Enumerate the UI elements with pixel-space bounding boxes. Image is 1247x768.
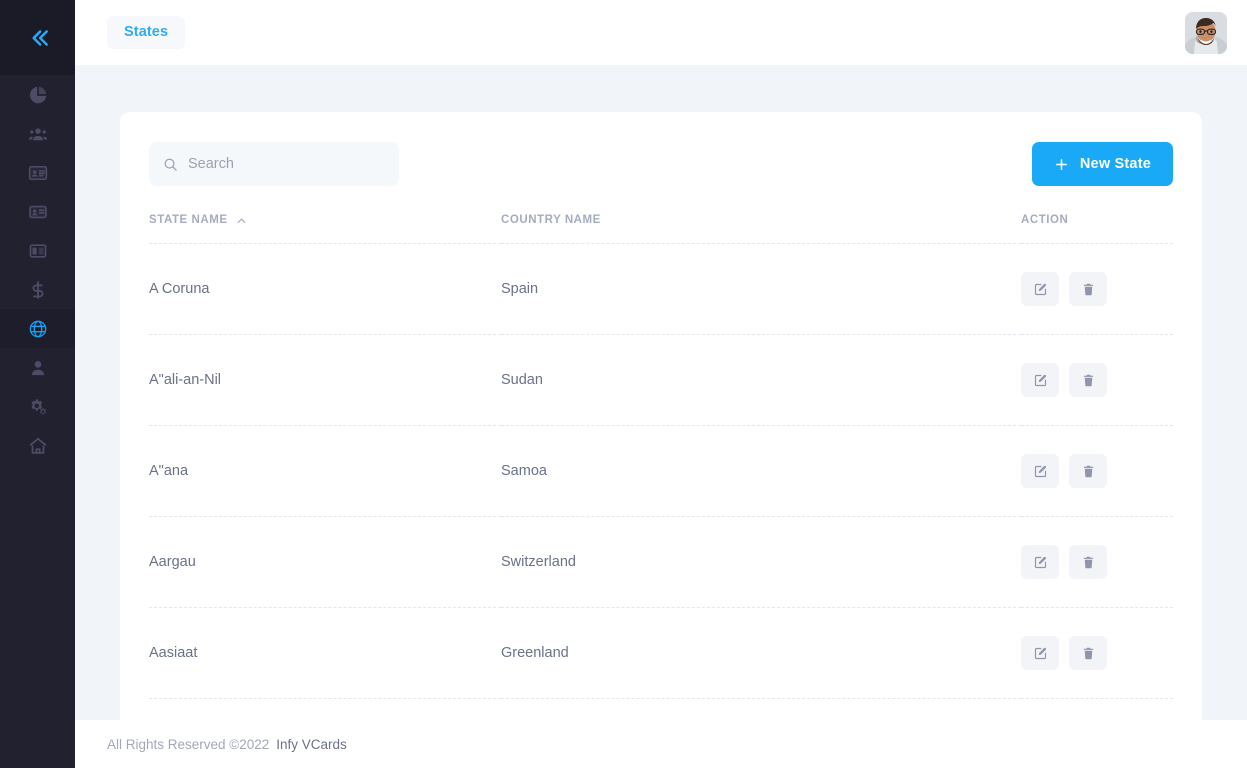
sidebar-item-profile[interactable] — [0, 348, 75, 387]
table-row: Aasiaat Greenland — [149, 607, 1173, 699]
columns-icon — [28, 241, 48, 261]
cell-country-name: Spain — [501, 243, 1021, 335]
table-row: Abaco Bahamas The — [149, 699, 1173, 721]
content-scroll: New State STATE NAME — [75, 65, 1247, 720]
user-avatar-photo — [1185, 11, 1227, 54]
new-state-button[interactable]: New State — [1031, 142, 1173, 186]
edit-pencil-icon — [1033, 646, 1048, 661]
sidebar-item-locations[interactable] — [0, 309, 75, 348]
edit-row-button[interactable] — [1021, 454, 1059, 488]
globe-icon — [28, 319, 48, 339]
sidebar-nav — [0, 75, 75, 465]
id-badge-icon — [28, 202, 48, 222]
avatar[interactable] — [1185, 11, 1227, 54]
search-box[interactable] — [149, 142, 399, 186]
delete-row-button[interactable] — [1069, 454, 1107, 488]
gears-icon — [28, 397, 48, 417]
card-toolbar: New State — [149, 142, 1173, 186]
footer-copyright: All Rights Reserved ©2022 — [107, 736, 270, 752]
delete-row-button[interactable] — [1069, 272, 1107, 306]
states-table: STATE NAME COUNTRY NAME ACTION A Coruna … — [149, 214, 1173, 720]
edit-row-button[interactable] — [1021, 363, 1059, 397]
column-country-name-label: COUNTRY NAME — [501, 214, 601, 226]
edit-pencil-icon — [1033, 555, 1048, 570]
column-state-name-label: STATE NAME — [149, 214, 228, 226]
sidebar-item-users[interactable] — [0, 114, 75, 153]
sidebar-item-templates[interactable] — [0, 231, 75, 270]
delete-row-button[interactable] — [1069, 636, 1107, 670]
cell-country-name: Bahamas The — [501, 699, 1021, 721]
sidebar-item-home[interactable] — [0, 426, 75, 465]
cell-actions — [1021, 699, 1173, 721]
column-state-name[interactable]: STATE NAME — [149, 214, 501, 244]
pie-chart-icon — [28, 85, 48, 105]
chevrons-left-icon — [25, 25, 51, 51]
trash-icon — [1081, 282, 1096, 297]
sidebar-item-settings[interactable] — [0, 387, 75, 426]
cell-actions — [1021, 334, 1173, 426]
sidebar-collapse-button[interactable] — [0, 0, 75, 75]
trash-icon — [1081, 464, 1096, 479]
column-action-label: ACTION — [1021, 214, 1069, 226]
table-row: A Coruna Spain — [149, 243, 1173, 335]
cell-country-name: Sudan — [501, 334, 1021, 426]
cell-actions — [1021, 516, 1173, 608]
trash-icon — [1081, 373, 1096, 388]
table-head: STATE NAME COUNTRY NAME ACTION — [149, 214, 1173, 244]
chevron-up-icon — [236, 215, 247, 226]
cell-country-name: Greenland — [501, 607, 1021, 699]
cell-actions — [1021, 425, 1173, 517]
edit-row-button[interactable] — [1021, 636, 1059, 670]
sidebar-item-subscriptions[interactable] — [0, 270, 75, 309]
footer-brand: Infy VCards — [276, 736, 347, 752]
table-body: A Coruna Spain A"ali-an-Nil Sudan A"ana … — [149, 243, 1173, 721]
delete-row-button[interactable] — [1069, 363, 1107, 397]
user-icon — [28, 358, 48, 378]
table-row: Aargau Switzerland — [149, 516, 1173, 608]
edit-pencil-icon — [1033, 373, 1048, 388]
table-row: A"ana Samoa — [149, 425, 1173, 517]
sidebar-item-cards[interactable] — [0, 192, 75, 231]
app-root: States Search New State STATE NAME COUNT… — [0, 0, 1247, 768]
main-area: States Search New State STATE NAME COUNT… — [75, 0, 1247, 768]
cell-state-name: A"ana — [149, 425, 501, 517]
cell-state-name: Aasiaat — [149, 607, 501, 699]
edit-pencil-icon — [1033, 464, 1048, 479]
table-header-row: STATE NAME COUNTRY NAME ACTION — [149, 214, 1173, 244]
id-card-icon — [28, 163, 48, 183]
states-card: New State STATE NAME — [120, 112, 1202, 720]
trash-icon — [1081, 555, 1096, 570]
horizontal-scrollbar-thumb[interactable] — [0, 760, 75, 767]
trash-icon — [1081, 646, 1096, 661]
cell-state-name: A"ali-an-Nil — [149, 334, 501, 426]
cell-state-name: A Coruna — [149, 243, 501, 335]
dollar-icon — [28, 280, 48, 300]
sidebar — [0, 0, 75, 768]
cell-actions — [1021, 607, 1173, 699]
table-row: A"ali-an-Nil Sudan — [149, 334, 1173, 426]
delete-row-button[interactable] — [1069, 545, 1107, 579]
edit-pencil-icon — [1033, 282, 1048, 297]
search-icon — [163, 157, 178, 172]
edit-row-button[interactable] — [1021, 545, 1059, 579]
edit-row-button[interactable] — [1021, 272, 1059, 306]
cell-country-name: Samoa — [501, 425, 1021, 517]
sidebar-item-dashboard[interactable] — [0, 75, 75, 114]
sidebar-item-vcards[interactable] — [0, 153, 75, 192]
horizontal-scrollbar[interactable] — [0, 758, 1247, 768]
home-icon — [28, 436, 48, 456]
cell-actions — [1021, 243, 1173, 335]
cell-state-name: Aargau — [149, 516, 501, 608]
column-action: ACTION — [1021, 214, 1173, 244]
column-country-name[interactable]: COUNTRY NAME — [501, 214, 1021, 244]
topbar: States — [75, 0, 1247, 65]
cell-country-name: Switzerland — [501, 516, 1021, 608]
new-state-label: New State — [1079, 156, 1151, 172]
breadcrumb-states[interactable]: States — [107, 15, 186, 50]
plus-icon — [1054, 157, 1069, 172]
cell-state-name: Abaco — [149, 699, 501, 721]
users-icon — [28, 124, 48, 144]
search-input[interactable] — [188, 156, 385, 172]
